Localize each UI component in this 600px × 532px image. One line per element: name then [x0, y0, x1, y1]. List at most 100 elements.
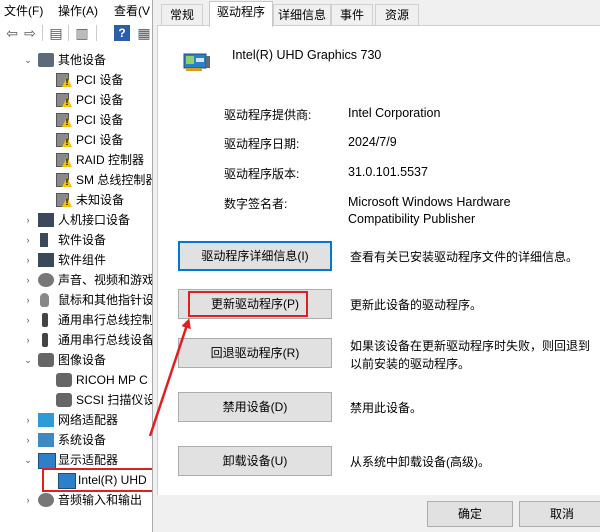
forward-icon[interactable]: ⇨	[22, 25, 38, 41]
warning-device-icon	[56, 93, 72, 108]
tree-node-label: 音频输入和输出	[58, 493, 143, 507]
warning-device-icon	[56, 73, 72, 88]
chevron-down-icon[interactable]: ⌄	[22, 50, 34, 70]
usb-icon	[42, 333, 48, 347]
tree-node-other-devices[interactable]: ⌄ 其他设备	[22, 50, 162, 70]
tab-driver[interactable]: 驱动程序	[209, 1, 273, 27]
tree-node-label: RICOH MP C	[76, 373, 148, 387]
system-icon	[38, 433, 54, 447]
tree-node-pci-device[interactable]: PCI 设备	[38, 90, 160, 110]
warning-device-icon	[56, 173, 72, 188]
warning-device-icon	[56, 113, 72, 128]
console-tree-icon[interactable]: ▥	[74, 25, 90, 41]
scanner-icon	[56, 373, 72, 387]
driver-tab-panel: Intel(R) UHD Graphics 730 驱动程序提供商: Intel…	[157, 25, 600, 497]
tree-node-imaging-devices[interactable]: ⌄ 图像设备	[22, 350, 160, 370]
tree-node-label: 声音、视频和游戏	[58, 273, 155, 287]
tree-node-label: 通用串行总线设备	[58, 333, 155, 347]
scanner-icon	[56, 393, 72, 407]
provider-value: Intel Corporation	[348, 106, 441, 120]
tree-node-audio-video-game[interactable]: › 声音、视频和游戏	[22, 270, 160, 290]
toolbar-separator	[68, 25, 69, 41]
disable-device-button[interactable]: 禁用设备(D)	[178, 392, 332, 422]
chevron-right-icon[interactable]: ›	[22, 430, 34, 450]
provider-label: 驱动程序提供商:	[224, 108, 312, 122]
chevron-down-icon[interactable]: ⌄	[22, 450, 34, 470]
tree-node-mouse[interactable]: › 鼠标和其他指针设	[22, 290, 160, 310]
uninstall-device-button[interactable]: 卸载设备(U)	[178, 446, 332, 476]
tree-node-display-adapters[interactable]: ⌄ 显示适配器	[22, 450, 160, 470]
tree-node-usb-device[interactable]: › 通用串行总线设备	[22, 330, 160, 350]
tree-node-pci-device[interactable]: PCI 设备	[38, 110, 160, 130]
tree-node-pci-device[interactable]: PCI 设备	[38, 130, 160, 150]
software-component-icon	[38, 253, 54, 267]
properties-icon[interactable]: ▤	[48, 25, 64, 41]
tab-strip: 常规 驱动程序 详细信息 事件 资源	[153, 0, 600, 27]
update-driver-button[interactable]: 更新驱动程序(P)	[178, 289, 332, 319]
back-icon[interactable]: ⇦	[4, 25, 20, 41]
menu-file[interactable]: 文件(F)	[4, 2, 43, 19]
tree-node-sm-bus-controller[interactable]: SM 总线控制器	[38, 170, 160, 190]
chevron-right-icon[interactable]: ›	[22, 270, 34, 290]
view-icon[interactable]: ▦	[136, 25, 152, 41]
chevron-right-icon[interactable]: ›	[22, 410, 34, 430]
chevron-right-icon[interactable]: ›	[22, 210, 34, 230]
chevron-right-icon[interactable]: ›	[22, 290, 34, 310]
tree-node-pci-device[interactable]: PCI 设备	[38, 70, 160, 90]
display-adapter-icon	[183, 53, 210, 71]
tab-general[interactable]: 常规	[161, 4, 203, 26]
disable-device-desc: 禁用此设备。	[350, 401, 423, 415]
tree-node-label: 系统设备	[58, 433, 107, 447]
tree-node-label: 软件设备	[58, 233, 107, 247]
tab-details[interactable]: 详细信息	[273, 4, 331, 26]
cancel-button[interactable]: 取消	[519, 501, 600, 527]
tree-node-label: PCI 设备	[76, 113, 124, 127]
signer-label: 数字签名者:	[224, 197, 288, 211]
signer-value-line1: Microsoft Windows Hardware	[348, 195, 511, 209]
tree-node-network-adapters[interactable]: › 网络适配器	[22, 410, 160, 430]
chevron-down-icon[interactable]: ⌄	[22, 350, 34, 370]
tree-node-label: 其他设备	[58, 53, 107, 67]
rollback-driver-button[interactable]: 回退驱动程序(R)	[178, 338, 332, 368]
tree-node-unknown-device[interactable]: 未知设备	[38, 190, 160, 210]
chevron-right-icon[interactable]: ›	[22, 310, 34, 330]
chevron-right-icon[interactable]: ›	[22, 230, 34, 250]
network-icon	[38, 413, 54, 427]
tree-node-label: 鼠标和其他指针设	[58, 293, 155, 307]
tree-node-software-component[interactable]: › 软件组件	[22, 250, 160, 270]
other-devices-icon	[38, 53, 54, 67]
chevron-right-icon[interactable]: ›	[22, 490, 34, 510]
chevron-right-icon[interactable]: ›	[22, 330, 34, 350]
driver-details-desc: 查看有关已安装驱动程序文件的详细信息。	[350, 250, 579, 264]
driver-details-button[interactable]: 驱动程序详细信息(I)	[178, 241, 332, 271]
tree-node-label: 通用串行总线控制	[58, 313, 155, 327]
menu-view[interactable]: 查看(V	[114, 2, 150, 19]
warning-device-icon	[56, 193, 72, 208]
ok-button[interactable]: 确定	[427, 501, 513, 527]
device-tree: ⌄ 其他设备 PCI 设备 PCI 设备 PCI 设备 PCI 设备 RAID …	[0, 46, 160, 532]
tree-node-usb-controller[interactable]: › 通用串行总线控制	[22, 310, 160, 330]
tree-node-label: 未知设备	[76, 193, 125, 207]
menu-action[interactable]: 操作(A)	[58, 2, 98, 19]
tree-node-label: 软件组件	[58, 253, 107, 267]
audio-io-icon	[38, 493, 54, 507]
tab-resources[interactable]: 资源	[375, 4, 419, 26]
tree-node-software-device[interactable]: › 软件设备	[22, 230, 160, 250]
tree-node-raid-controller[interactable]: RAID 控制器	[38, 150, 160, 170]
properties-dialog: 常规 驱动程序 详细信息 事件 资源 Intel(R) UHD Graphics…	[152, 0, 600, 532]
tree-node-ricoh[interactable]: RICOH MP C	[38, 370, 160, 390]
menu-bar: 文件(F) 操作(A) 查看(V	[0, 0, 160, 20]
tab-events[interactable]: 事件	[331, 4, 373, 26]
tree-node-audio-io[interactable]: › 音频输入和输出	[22, 490, 160, 510]
tree-node-scsi-scanner[interactable]: SCSI 扫描仪设	[38, 390, 160, 410]
tree-node-system-devices[interactable]: › 系统设备	[22, 430, 160, 450]
tree-node-label: 网络适配器	[58, 413, 119, 427]
device-manager-window: 文件(F) 操作(A) 查看(V ⇦ ⇨ ▤ ▥ ? ▦ ⌄ 其他设备 PCI …	[0, 0, 160, 532]
tree-node-intel-uhd[interactable]: Intel(R) UHD	[38, 470, 160, 490]
software-device-icon	[40, 233, 48, 247]
device-name: Intel(R) UHD Graphics 730	[232, 48, 382, 62]
help-icon[interactable]: ?	[114, 25, 130, 41]
tree-node-hid[interactable]: › 人机接口设备	[22, 210, 160, 230]
tree-node-label: 图像设备	[58, 353, 107, 367]
chevron-right-icon[interactable]: ›	[22, 250, 34, 270]
